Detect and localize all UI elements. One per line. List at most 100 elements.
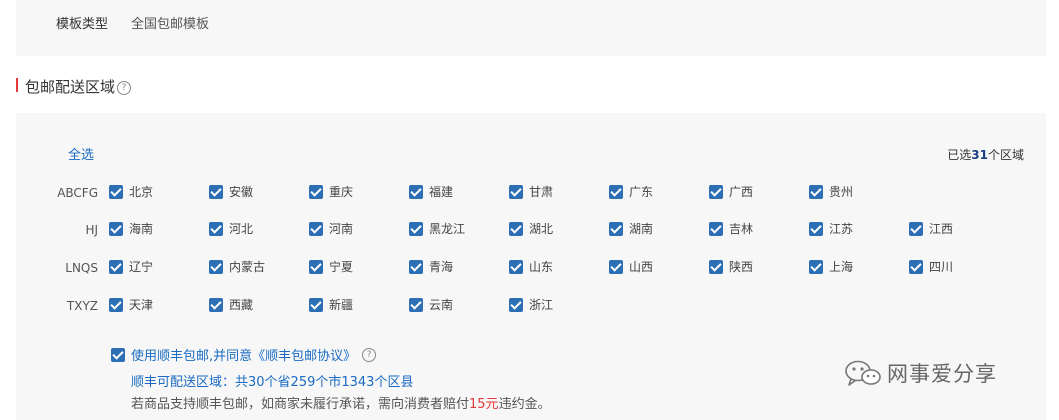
region-name: 天津 (129, 298, 154, 312)
region-option[interactable]: 北京 (109, 183, 153, 203)
region-option[interactable]: 湖南 (609, 220, 653, 240)
shunfeng-agree-row[interactable]: 使用顺丰包邮,并同意《顺丰包邮协议》? (111, 345, 377, 365)
region-checkbox[interactable] (509, 297, 523, 312)
region-name: 吉林 (729, 222, 754, 236)
region-checkbox[interactable] (109, 259, 123, 274)
region-name: 安徽 (229, 185, 254, 199)
region-checkbox[interactable] (109, 184, 123, 199)
region-option[interactable]: 新疆 (309, 296, 353, 316)
template-type-label: 模板类型 (56, 17, 109, 32)
region-option[interactable]: 天津 (109, 296, 153, 316)
region-checkbox[interactable] (209, 184, 223, 199)
region-checkbox[interactable] (209, 259, 223, 274)
region-option[interactable]: 江西 (909, 220, 953, 240)
template-info-panel: 模板类型 全国包邮模板 (16, 0, 1046, 56)
region-option[interactable]: 广西 (709, 183, 753, 203)
watermark: 网事爱分享 (843, 358, 997, 388)
region-checkbox[interactable] (709, 259, 723, 274)
region-checkbox[interactable] (809, 259, 823, 274)
shunfeng-coverage-text: 顺丰可配送区域：共30个省259个市1343个区县 (131, 375, 414, 390)
region-checkbox[interactable] (409, 259, 423, 274)
region-checkbox[interactable] (109, 221, 123, 236)
region-checkbox[interactable] (309, 259, 323, 274)
region-option[interactable]: 福建 (409, 183, 453, 203)
region-option[interactable]: 安徽 (209, 183, 253, 203)
selected-region-count: 已选31个区域 (947, 146, 1024, 163)
region-checkbox[interactable] (309, 184, 323, 199)
region-checkbox[interactable] (509, 259, 523, 274)
selected-count-number: 31 (971, 148, 988, 162)
region-option[interactable]: 西藏 (209, 296, 253, 316)
region-option[interactable]: 重庆 (309, 183, 353, 203)
region-name: 新疆 (329, 298, 354, 312)
region-name: 湖南 (629, 222, 654, 236)
region-name: 重庆 (329, 185, 354, 199)
region-option[interactable]: 青海 (409, 258, 453, 278)
region-checkbox[interactable] (809, 184, 823, 199)
region-name: 云南 (429, 298, 454, 312)
region-option[interactable]: 吉林 (709, 220, 753, 240)
region-name: 海南 (129, 222, 154, 236)
region-name: 浙江 (529, 298, 554, 312)
region-checkbox[interactable] (509, 221, 523, 236)
penalty-suffix: 违约金。 (498, 397, 551, 412)
region-option[interactable]: 河北 (209, 220, 253, 240)
region-checkbox[interactable] (409, 297, 423, 312)
shunfeng-checkbox[interactable] (111, 347, 125, 362)
region-option[interactable]: 上海 (809, 258, 853, 278)
section-title: 包邮配送区域? (25, 76, 132, 97)
region-option[interactable]: 四川 (909, 258, 953, 278)
region-option[interactable]: 湖北 (509, 220, 553, 240)
region-option[interactable]: 山东 (509, 258, 553, 278)
region-name: 上海 (829, 260, 854, 274)
wechat-logo-icon (845, 360, 881, 386)
region-checkbox[interactable] (309, 297, 323, 312)
question-circle-icon[interactable]: ? (117, 81, 132, 95)
section-title-text: 包邮配送区域 (25, 78, 116, 96)
region-option[interactable]: 山西 (609, 258, 653, 278)
region-name: 甘肃 (529, 185, 554, 199)
region-checkbox[interactable] (709, 184, 723, 199)
region-option[interactable]: 江苏 (809, 220, 853, 240)
region-checkbox[interactable] (409, 184, 423, 199)
region-checkbox[interactable] (209, 221, 223, 236)
region-option[interactable]: 广东 (609, 183, 653, 203)
region-checkbox[interactable] (209, 297, 223, 312)
region-checkbox[interactable] (609, 259, 623, 274)
region-checkbox[interactable] (709, 221, 723, 236)
region-checkbox[interactable] (609, 184, 623, 199)
section-accent-bar (16, 78, 18, 92)
region-name: 青海 (429, 260, 454, 274)
region-checkbox[interactable] (809, 221, 823, 236)
region-option[interactable]: 内蒙古 (209, 258, 265, 278)
region-name: 山西 (629, 260, 654, 274)
region-checkbox[interactable] (609, 221, 623, 236)
shunfeng-agreement-link[interactable]: 使用顺丰包邮,并同意《顺丰包邮协议》 (131, 349, 356, 364)
penalty-prefix: 若商品支持顺丰包邮，如商家未履行承诺，需向消费者赔付 (131, 397, 470, 412)
region-option[interactable]: 黑龙江 (409, 220, 465, 240)
shunfeng-penalty-text: 若商品支持顺丰包邮，如商家未履行承诺，需向消费者赔付15元违约金。 (131, 393, 551, 412)
region-option[interactable]: 陕西 (709, 258, 753, 278)
question-circle-icon[interactable]: ? (362, 347, 377, 362)
region-name: 北京 (129, 185, 154, 199)
region-checkbox[interactable] (109, 297, 123, 312)
region-option[interactable]: 浙江 (509, 296, 553, 316)
region-option[interactable]: 云南 (409, 296, 453, 316)
region-option[interactable]: 海南 (109, 220, 153, 240)
region-option[interactable]: 甘肃 (509, 183, 553, 203)
region-checkbox[interactable] (909, 221, 923, 236)
region-option[interactable]: 辽宁 (109, 258, 153, 278)
region-group-label: HJ (85, 223, 98, 237)
region-option[interactable]: 河南 (309, 220, 353, 240)
region-option[interactable]: 贵州 (809, 183, 853, 203)
region-name: 黑龙江 (429, 222, 466, 236)
region-option[interactable]: 宁夏 (309, 258, 353, 278)
region-name: 广东 (629, 185, 654, 199)
region-checkbox[interactable] (909, 259, 923, 274)
region-checkbox[interactable] (409, 221, 423, 236)
region-name: 河南 (329, 222, 354, 236)
region-checkbox[interactable] (509, 184, 523, 199)
penalty-amount: 15元 (469, 397, 499, 412)
select-all-link[interactable]: 全选 (68, 144, 94, 163)
region-checkbox[interactable] (309, 221, 323, 236)
